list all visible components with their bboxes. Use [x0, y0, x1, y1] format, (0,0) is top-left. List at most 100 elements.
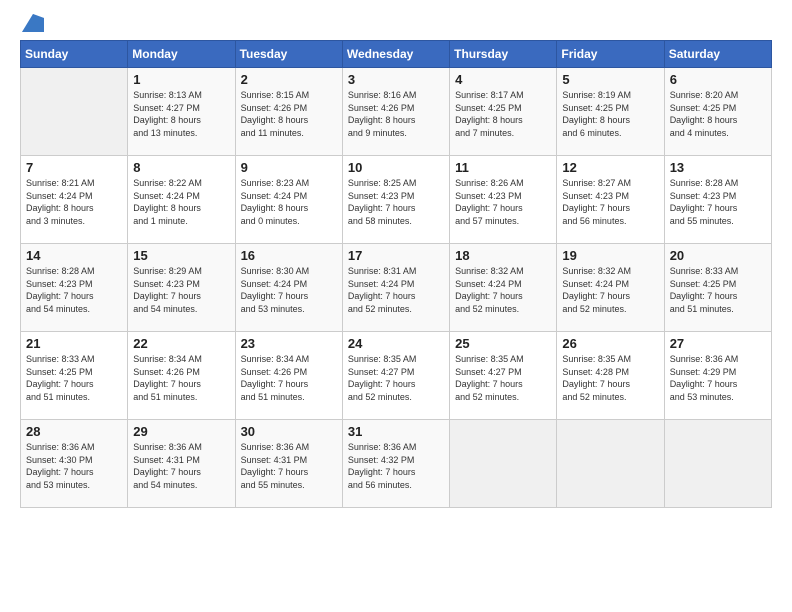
- calendar-cell: 23 Sunrise: 8:34 AM Sunset: 4:26 PM Dayli…: [235, 332, 342, 420]
- calendar-cell: [21, 68, 128, 156]
- calendar-cell: 17 Sunrise: 8:31 AM Sunset: 4:24 PM Dayli…: [342, 244, 449, 332]
- logo: [20, 16, 44, 30]
- day-info: Sunrise: 8:36 AM Sunset: 4:29 PM Dayligh…: [670, 353, 766, 403]
- header: [20, 16, 772, 30]
- day-number: 31: [348, 424, 444, 439]
- calendar-cell: 15 Sunrise: 8:29 AM Sunset: 4:23 PM Dayli…: [128, 244, 235, 332]
- day-number: 22: [133, 336, 229, 351]
- day-info: Sunrise: 8:27 AM Sunset: 4:23 PM Dayligh…: [562, 177, 658, 227]
- day-info: Sunrise: 8:34 AM Sunset: 4:26 PM Dayligh…: [241, 353, 337, 403]
- day-number: 17: [348, 248, 444, 263]
- day-info: Sunrise: 8:36 AM Sunset: 4:30 PM Dayligh…: [26, 441, 122, 491]
- day-info: Sunrise: 8:35 AM Sunset: 4:27 PM Dayligh…: [348, 353, 444, 403]
- day-info: Sunrise: 8:34 AM Sunset: 4:26 PM Dayligh…: [133, 353, 229, 403]
- calendar-cell: 31 Sunrise: 8:36 AM Sunset: 4:32 PM Dayli…: [342, 420, 449, 508]
- day-number: 14: [26, 248, 122, 263]
- day-number: 21: [26, 336, 122, 351]
- calendar-page: SundayMondayTuesdayWednesdayThursdayFrid…: [0, 0, 792, 612]
- day-number: 20: [670, 248, 766, 263]
- calendar-cell: 1 Sunrise: 8:13 AM Sunset: 4:27 PM Daylig…: [128, 68, 235, 156]
- calendar-cell: 6 Sunrise: 8:20 AM Sunset: 4:25 PM Daylig…: [664, 68, 771, 156]
- calendar-cell: 18 Sunrise: 8:32 AM Sunset: 4:24 PM Dayli…: [450, 244, 557, 332]
- day-number: 27: [670, 336, 766, 351]
- day-number: 3: [348, 72, 444, 87]
- day-number: 12: [562, 160, 658, 175]
- day-info: Sunrise: 8:30 AM Sunset: 4:24 PM Dayligh…: [241, 265, 337, 315]
- day-info: Sunrise: 8:22 AM Sunset: 4:24 PM Dayligh…: [133, 177, 229, 227]
- calendar-cell: 9Sunrise: 8:23 AM Sunset: 4:24 PM Daylig…: [235, 156, 342, 244]
- day-info: Sunrise: 8:28 AM Sunset: 4:23 PM Dayligh…: [670, 177, 766, 227]
- day-number: 18: [455, 248, 551, 263]
- day-number: 26: [562, 336, 658, 351]
- day-info: Sunrise: 8:32 AM Sunset: 4:24 PM Dayligh…: [562, 265, 658, 315]
- day-info: Sunrise: 8:28 AM Sunset: 4:23 PM Dayligh…: [26, 265, 122, 315]
- calendar-cell: 22 Sunrise: 8:34 AM Sunset: 4:26 PM Dayli…: [128, 332, 235, 420]
- calendar-cell: [557, 420, 664, 508]
- calendar-cell: 10 Sunrise: 8:25 AM Sunset: 4:23 PM Dayli…: [342, 156, 449, 244]
- day-info: Sunrise: 8:25 AM Sunset: 4:23 PM Dayligh…: [348, 177, 444, 227]
- calendar-cell: [664, 420, 771, 508]
- weekday-header-saturday: Saturday: [664, 41, 771, 68]
- weekday-header-wednesday: Wednesday: [342, 41, 449, 68]
- day-number: 1: [133, 72, 229, 87]
- weekday-header-friday: Friday: [557, 41, 664, 68]
- calendar-cell: 24 Sunrise: 8:35 AM Sunset: 4:27 PM Dayli…: [342, 332, 449, 420]
- calendar-cell: 11 Sunrise: 8:26 AM Sunset: 4:23 PM Dayli…: [450, 156, 557, 244]
- calendar-cell: 19Sunrise: 8:32 AM Sunset: 4:24 PM Dayli…: [557, 244, 664, 332]
- day-info: Sunrise: 8:16 AM Sunset: 4:26 PM Dayligh…: [348, 89, 444, 139]
- day-number: 23: [241, 336, 337, 351]
- logo-icon: [22, 14, 44, 32]
- day-number: 30: [241, 424, 337, 439]
- day-number: 10: [348, 160, 444, 175]
- calendar-cell: 14 Sunrise: 8:28 AM Sunset: 4:23 PM Dayli…: [21, 244, 128, 332]
- calendar-cell: 29Sunrise: 8:36 AM Sunset: 4:31 PM Dayli…: [128, 420, 235, 508]
- day-info: Sunrise: 8:17 AM Sunset: 4:25 PM Dayligh…: [455, 89, 551, 139]
- calendar-cell: 30 Sunrise: 8:36 AM Sunset: 4:31 PM Dayli…: [235, 420, 342, 508]
- calendar-cell: 25Sunrise: 8:35 AM Sunset: 4:27 PM Dayli…: [450, 332, 557, 420]
- day-number: 16: [241, 248, 337, 263]
- day-number: 25: [455, 336, 551, 351]
- day-number: 4: [455, 72, 551, 87]
- day-number: 11: [455, 160, 551, 175]
- day-info: Sunrise: 8:26 AM Sunset: 4:23 PM Dayligh…: [455, 177, 551, 227]
- day-number: 6: [670, 72, 766, 87]
- day-info: Sunrise: 8:13 AM Sunset: 4:27 PM Dayligh…: [133, 89, 229, 139]
- day-info: Sunrise: 8:23 AM Sunset: 4:24 PM Dayligh…: [241, 177, 337, 227]
- weekday-header-monday: Monday: [128, 41, 235, 68]
- day-info: Sunrise: 8:36 AM Sunset: 4:32 PM Dayligh…: [348, 441, 444, 491]
- calendar-cell: 3 Sunrise: 8:16 AM Sunset: 4:26 PM Daylig…: [342, 68, 449, 156]
- calendar-table: SundayMondayTuesdayWednesdayThursdayFrid…: [20, 40, 772, 508]
- day-info: Sunrise: 8:21 AM Sunset: 4:24 PM Dayligh…: [26, 177, 122, 227]
- calendar-cell: 8 Sunrise: 8:22 AM Sunset: 4:24 PM Daylig…: [128, 156, 235, 244]
- day-number: 15: [133, 248, 229, 263]
- calendar-cell: 16 Sunrise: 8:30 AM Sunset: 4:24 PM Dayli…: [235, 244, 342, 332]
- calendar-cell: 13 Sunrise: 8:28 AM Sunset: 4:23 PM Dayli…: [664, 156, 771, 244]
- calendar-cell: 20 Sunrise: 8:33 AM Sunset: 4:25 PM Dayli…: [664, 244, 771, 332]
- day-info: Sunrise: 8:36 AM Sunset: 4:31 PM Dayligh…: [241, 441, 337, 491]
- day-number: 7: [26, 160, 122, 175]
- calendar-cell: 12 Sunrise: 8:27 AM Sunset: 4:23 PM Dayli…: [557, 156, 664, 244]
- day-info: Sunrise: 8:32 AM Sunset: 4:24 PM Dayligh…: [455, 265, 551, 315]
- day-info: Sunrise: 8:33 AM Sunset: 4:25 PM Dayligh…: [26, 353, 122, 403]
- calendar-cell: 27 Sunrise: 8:36 AM Sunset: 4:29 PM Dayli…: [664, 332, 771, 420]
- day-number: 24: [348, 336, 444, 351]
- calendar-cell: [450, 420, 557, 508]
- weekday-header-thursday: Thursday: [450, 41, 557, 68]
- day-info: Sunrise: 8:29 AM Sunset: 4:23 PM Dayligh…: [133, 265, 229, 315]
- day-number: 29: [133, 424, 229, 439]
- day-info: Sunrise: 8:33 AM Sunset: 4:25 PM Dayligh…: [670, 265, 766, 315]
- calendar-cell: 2Sunrise: 8:15 AM Sunset: 4:26 PM Daylig…: [235, 68, 342, 156]
- calendar-cell: 4 Sunrise: 8:17 AM Sunset: 4:25 PM Daylig…: [450, 68, 557, 156]
- day-number: 8: [133, 160, 229, 175]
- day-info: Sunrise: 8:19 AM Sunset: 4:25 PM Dayligh…: [562, 89, 658, 139]
- weekday-header-tuesday: Tuesday: [235, 41, 342, 68]
- calendar-cell: 28 Sunrise: 8:36 AM Sunset: 4:30 PM Dayli…: [21, 420, 128, 508]
- day-number: 13: [670, 160, 766, 175]
- calendar-cell: 7 Sunrise: 8:21 AM Sunset: 4:24 PM Daylig…: [21, 156, 128, 244]
- calendar-cell: 26 Sunrise: 8:35 AM Sunset: 4:28 PM Dayli…: [557, 332, 664, 420]
- day-info: Sunrise: 8:31 AM Sunset: 4:24 PM Dayligh…: [348, 265, 444, 315]
- day-info: Sunrise: 8:35 AM Sunset: 4:28 PM Dayligh…: [562, 353, 658, 403]
- day-number: 28: [26, 424, 122, 439]
- day-info: Sunrise: 8:15 AM Sunset: 4:26 PM Dayligh…: [241, 89, 337, 139]
- day-info: Sunrise: 8:20 AM Sunset: 4:25 PM Dayligh…: [670, 89, 766, 139]
